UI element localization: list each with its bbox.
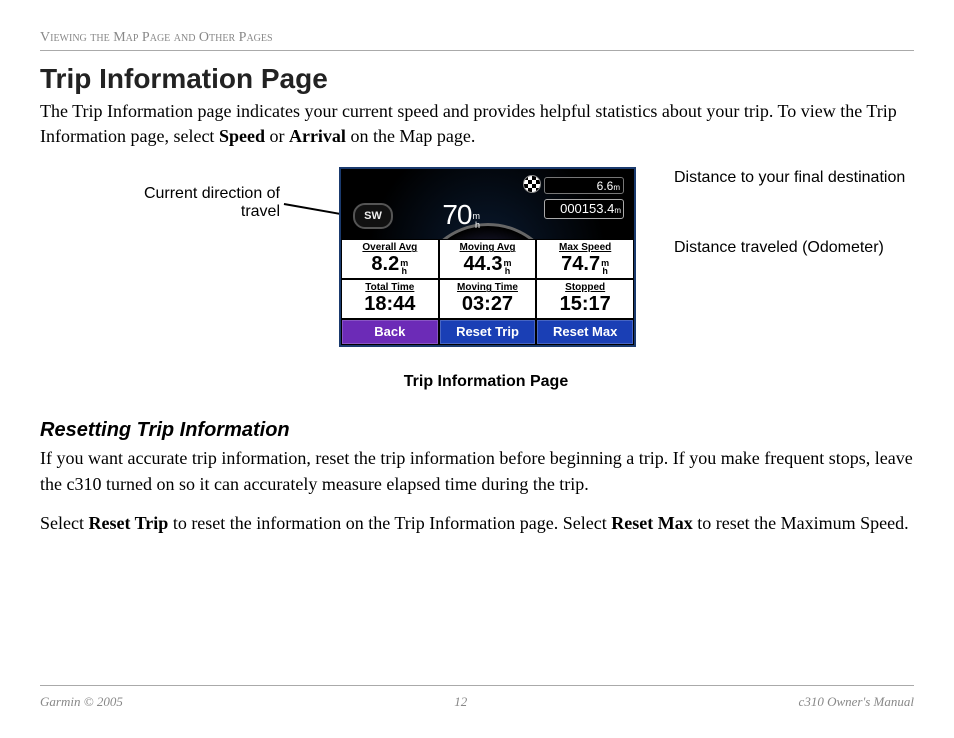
stat-value: 44.3 bbox=[464, 253, 503, 275]
text: on the Map page. bbox=[346, 126, 475, 146]
stat-grid: Overall Avg 8.2mh Moving Avg 44.3mh Max … bbox=[341, 239, 634, 319]
stat-moving-avg[interactable]: Moving Avg 44.3mh bbox=[439, 239, 537, 279]
stat-label: Moving Avg bbox=[440, 242, 536, 253]
text: or bbox=[265, 126, 289, 146]
value: 6.6 bbox=[597, 179, 614, 193]
callout-odometer: Distance traveled (Odometer) bbox=[674, 239, 884, 257]
footer-copyright: Garmin © 2005 bbox=[40, 694, 123, 710]
gps-dashboard: SW 70mh 6.6m 000153.4m bbox=[341, 169, 634, 239]
figure-area: Current direction of travel Distance to … bbox=[40, 163, 910, 403]
gps-screen: SW 70mh 6.6m 000153.4m Overall Avg 8.2mh… bbox=[339, 167, 636, 347]
destination-flag-icon bbox=[523, 175, 541, 193]
stat-overall-avg[interactable]: Overall Avg 8.2mh bbox=[341, 239, 439, 279]
text: to reset the information on the Trip Inf… bbox=[168, 513, 611, 533]
text: Select bbox=[40, 513, 88, 533]
unit-bot: h bbox=[475, 220, 479, 230]
reset-max-button[interactable]: Reset Max bbox=[536, 319, 634, 345]
stat-value: 15:17 bbox=[560, 293, 611, 315]
stat-label: Total Time bbox=[342, 282, 438, 293]
page-title: Trip Information Page bbox=[40, 63, 914, 95]
callout-destination-distance: Distance to your final destination bbox=[674, 169, 905, 187]
current-speed: 70mh bbox=[409, 199, 479, 231]
u: h bbox=[505, 266, 511, 276]
unit: m bbox=[613, 183, 620, 192]
stat-value: 03:27 bbox=[462, 293, 513, 315]
stat-value: 8.2 bbox=[371, 253, 399, 275]
stat-label: Moving Time bbox=[440, 282, 536, 293]
intro-paragraph: The Trip Information page indicates your… bbox=[40, 99, 914, 149]
compass-indicator[interactable]: SW bbox=[353, 203, 393, 229]
page-footer: Garmin © 2005 12 c310 Owner's Manual bbox=[40, 685, 914, 710]
figure-caption: Trip Information Page bbox=[339, 373, 633, 391]
bold-speed: Speed bbox=[219, 126, 265, 146]
subheading-resetting: Resetting Trip Information bbox=[40, 419, 914, 442]
reset-paragraph-1: If you want accurate trip information, r… bbox=[40, 446, 914, 496]
text: to reset the Maximum Speed. bbox=[693, 513, 909, 533]
u: h bbox=[401, 266, 407, 276]
stat-max-speed[interactable]: Max Speed 74.7mh bbox=[536, 239, 634, 279]
u: h bbox=[602, 266, 608, 276]
callout-direction: Current direction of travel bbox=[120, 185, 280, 221]
breadcrumb: Viewing the Map Page and Other Pages bbox=[40, 30, 914, 51]
stat-label: Overall Avg bbox=[342, 242, 438, 253]
stat-stopped[interactable]: Stopped 15:17 bbox=[536, 279, 634, 319]
unit: m bbox=[614, 206, 621, 215]
bold-reset-max: Reset Max bbox=[611, 513, 692, 533]
stat-moving-time[interactable]: Moving Time 03:27 bbox=[439, 279, 537, 319]
bold-reset-trip: Reset Trip bbox=[88, 513, 168, 533]
stat-total-time[interactable]: Total Time 18:44 bbox=[341, 279, 439, 319]
stat-value: 74.7 bbox=[561, 253, 600, 275]
value: 000153.4 bbox=[560, 201, 614, 216]
reset-trip-button[interactable]: Reset Trip bbox=[439, 319, 537, 345]
button-row: Back Reset Trip Reset Max bbox=[341, 319, 634, 345]
odometer[interactable]: 000153.4m bbox=[544, 199, 624, 219]
distance-to-destination[interactable]: 6.6m bbox=[544, 177, 624, 194]
reset-paragraph-2: Select Reset Trip to reset the informati… bbox=[40, 511, 914, 536]
bold-arrival: Arrival bbox=[289, 126, 346, 146]
stat-label: Max Speed bbox=[537, 242, 633, 253]
footer-manual-name: c310 Owner's Manual bbox=[799, 694, 914, 710]
speed-value: 70 bbox=[442, 199, 471, 230]
stat-label: Stopped bbox=[537, 282, 633, 293]
stat-value: 18:44 bbox=[364, 293, 415, 315]
footer-page-number: 12 bbox=[454, 694, 467, 710]
back-button[interactable]: Back bbox=[341, 319, 439, 345]
